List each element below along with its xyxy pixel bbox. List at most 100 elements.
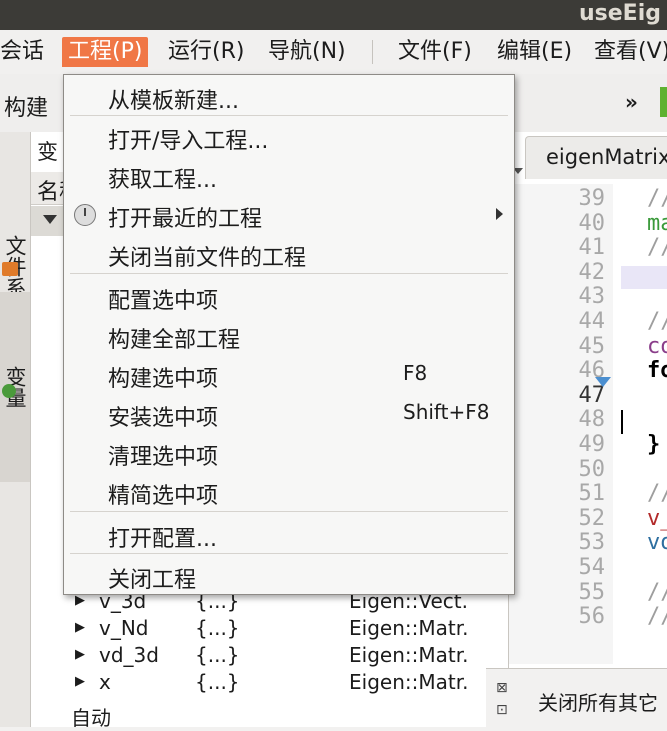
line-number: 51 — [578, 481, 606, 507]
var-name: x — [99, 670, 111, 694]
menu-item-close-current-file-project[interactable]: 关闭当前文件的工程 — [64, 235, 514, 273]
expand-icon[interactable]: ▶ — [75, 674, 85, 689]
line-number: 39 — [578, 186, 606, 211]
fold-marker-icon[interactable] — [595, 377, 611, 387]
code-line[interactable]: fo — [647, 358, 667, 383]
menu-item-label: 打开/导入工程... — [108, 129, 269, 154]
menu-item-configure-selection[interactable]: 配置选中项 — [64, 278, 514, 316]
recent-clock-icon — [74, 204, 96, 226]
toolbar-overflow-button[interactable]: » — [625, 90, 638, 114]
code-line[interactable]: // — [647, 481, 667, 506]
code-editor: eigenMatrix 39//40ma41//42co4344//45co46… — [508, 132, 667, 727]
line-number: 49 — [578, 432, 606, 457]
table-row[interactable]: ▶ v_Nd {...} Eigen::Matr. — [31, 616, 508, 643]
menu-item-label: 清理选中项 — [108, 445, 219, 470]
line-number: 46 — [578, 358, 606, 384]
menu-item-clean-selection[interactable]: 清理选中项 — [64, 434, 514, 472]
code-line[interactable]: // — [647, 604, 667, 629]
build-button[interactable]: 构建 — [4, 90, 48, 122]
line-number: 53 — [578, 530, 606, 556]
var-value: {...} — [195, 616, 240, 640]
table-row[interactable]: ▶ x {...} Eigen::Matr. — [31, 670, 508, 697]
collapse-icon[interactable] — [43, 215, 57, 224]
menu-file[interactable]: 文件(F) — [398, 37, 472, 67]
menu-item-open-import-project[interactable]: 打开/导入工程... — [64, 118, 514, 156]
menu-view[interactable]: 查看(V) — [594, 37, 667, 67]
line-number: 45 — [578, 333, 606, 359]
menu-item-close-project[interactable]: 关闭工程 — [64, 557, 514, 595]
code-line[interactable]: v_ — [647, 506, 667, 531]
menu-item-label: 从模板新建... — [108, 89, 239, 114]
side-tabs: 文件系统 变量 — [0, 132, 31, 727]
expand-icon[interactable]: ▶ — [75, 620, 85, 635]
menu-item-label: 关闭当前文件的工程 — [108, 246, 307, 271]
editor-tab-title: eigenMatrix — [546, 145, 667, 169]
line-number: 41 — [578, 235, 606, 261]
variables-icon — [2, 384, 16, 398]
line-number: 55 — [578, 579, 606, 605]
line-number: 47 — [578, 382, 606, 408]
var-type: Eigen::Matr. — [349, 643, 469, 667]
table-row[interactable]: ▶ vd_3d {...} Eigen::Matr. — [31, 643, 508, 670]
code-line[interactable]: vo — [647, 530, 667, 555]
pin-icon[interactable]: ⊡ — [496, 699, 508, 721]
expand-icon[interactable]: ▶ — [75, 647, 85, 662]
menu-session[interactable]: 会话 — [0, 37, 44, 67]
highlighted-code-line — [621, 266, 667, 289]
line-number: 50 — [578, 456, 606, 482]
menu-divider — [70, 273, 508, 274]
code-line[interactable]: } — [647, 432, 660, 457]
var-value: {...} — [195, 670, 240, 694]
menu-run[interactable]: 运行(R) — [168, 37, 244, 67]
menu-item-label: 构建全部工程 — [108, 328, 241, 353]
menu-item-build-selection[interactable]: 构建选中项 F8 — [64, 356, 514, 394]
code-line[interactable]: // — [647, 580, 667, 605]
menu-item-label: 关闭工程 — [108, 568, 197, 593]
var-name: vd_3d — [99, 643, 159, 667]
var-name: v_Nd — [99, 616, 149, 640]
var-type: Eigen::Matr. — [349, 616, 469, 640]
menu-navigate[interactable]: 导航(N) — [268, 37, 346, 67]
code-line[interactable]: // — [647, 309, 667, 334]
menu-item-fetch-project[interactable]: 获取工程... — [64, 157, 514, 195]
menu-item-label: 打开最近的工程 — [108, 207, 263, 232]
editor-tab[interactable]: eigenMatrix — [525, 136, 667, 179]
menu-edit[interactable]: 编辑(E) — [497, 37, 572, 67]
line-number: 54 — [578, 555, 606, 580]
code-line[interactable]: ma — [647, 211, 667, 236]
run-icon[interactable] — [660, 87, 667, 117]
var-value: {...} — [195, 643, 240, 667]
code-line[interactable]: co — [647, 334, 667, 359]
menu-divider — [70, 511, 508, 512]
text-cursor — [621, 410, 623, 434]
line-number: 44 — [578, 309, 606, 334]
menu-item-label: 构建选中项 — [108, 367, 219, 392]
variables-panel-tab[interactable]: 变 — [37, 136, 58, 166]
line-number: 56 — [578, 604, 606, 630]
code-line[interactable]: // — [647, 186, 667, 211]
line-number: 43 — [578, 284, 606, 310]
menu-project[interactable]: 工程(P) — [62, 37, 149, 67]
close-icon[interactable]: ⊠ — [496, 677, 508, 699]
line-number: 52 — [578, 505, 606, 531]
menu-item-open-recent-project[interactable]: 打开最近的工程 — [64, 196, 514, 234]
line-number: 48 — [578, 407, 606, 433]
line-number: 40 — [578, 210, 606, 236]
window-title: useEig — [579, 1, 661, 26]
menu-item-shortcut: F8 — [403, 361, 428, 385]
menu-item-label: 打开配置... — [108, 527, 217, 552]
menu-item-label: 获取工程... — [108, 168, 217, 193]
panel-icons: ⊠ ⊡ — [496, 677, 508, 721]
title-bar: useEig — [0, 0, 667, 30]
menu-item-new-from-template[interactable]: 从模板新建... — [64, 78, 514, 116]
menu-item-build-all-projects[interactable]: 构建全部工程 — [64, 317, 514, 355]
menu-bar: 会话 工程(P) 运行(R) 导航(N) 文件(F) 编辑(E) 查看(V) — [0, 30, 667, 74]
menu-item-open-configuration[interactable]: 打开配置... — [64, 516, 514, 554]
menu-divider — [70, 553, 508, 554]
menu-item-prune-selection[interactable]: 精简选中项 — [64, 473, 514, 511]
code-line[interactable]: // — [647, 235, 667, 260]
expand-icon[interactable]: ▶ — [75, 593, 85, 608]
folder-icon — [2, 262, 18, 276]
menu-item-install-selection[interactable]: 安装选中项 Shift+F8 — [64, 395, 514, 433]
menu-item-label: 配置选中项 — [108, 289, 219, 314]
